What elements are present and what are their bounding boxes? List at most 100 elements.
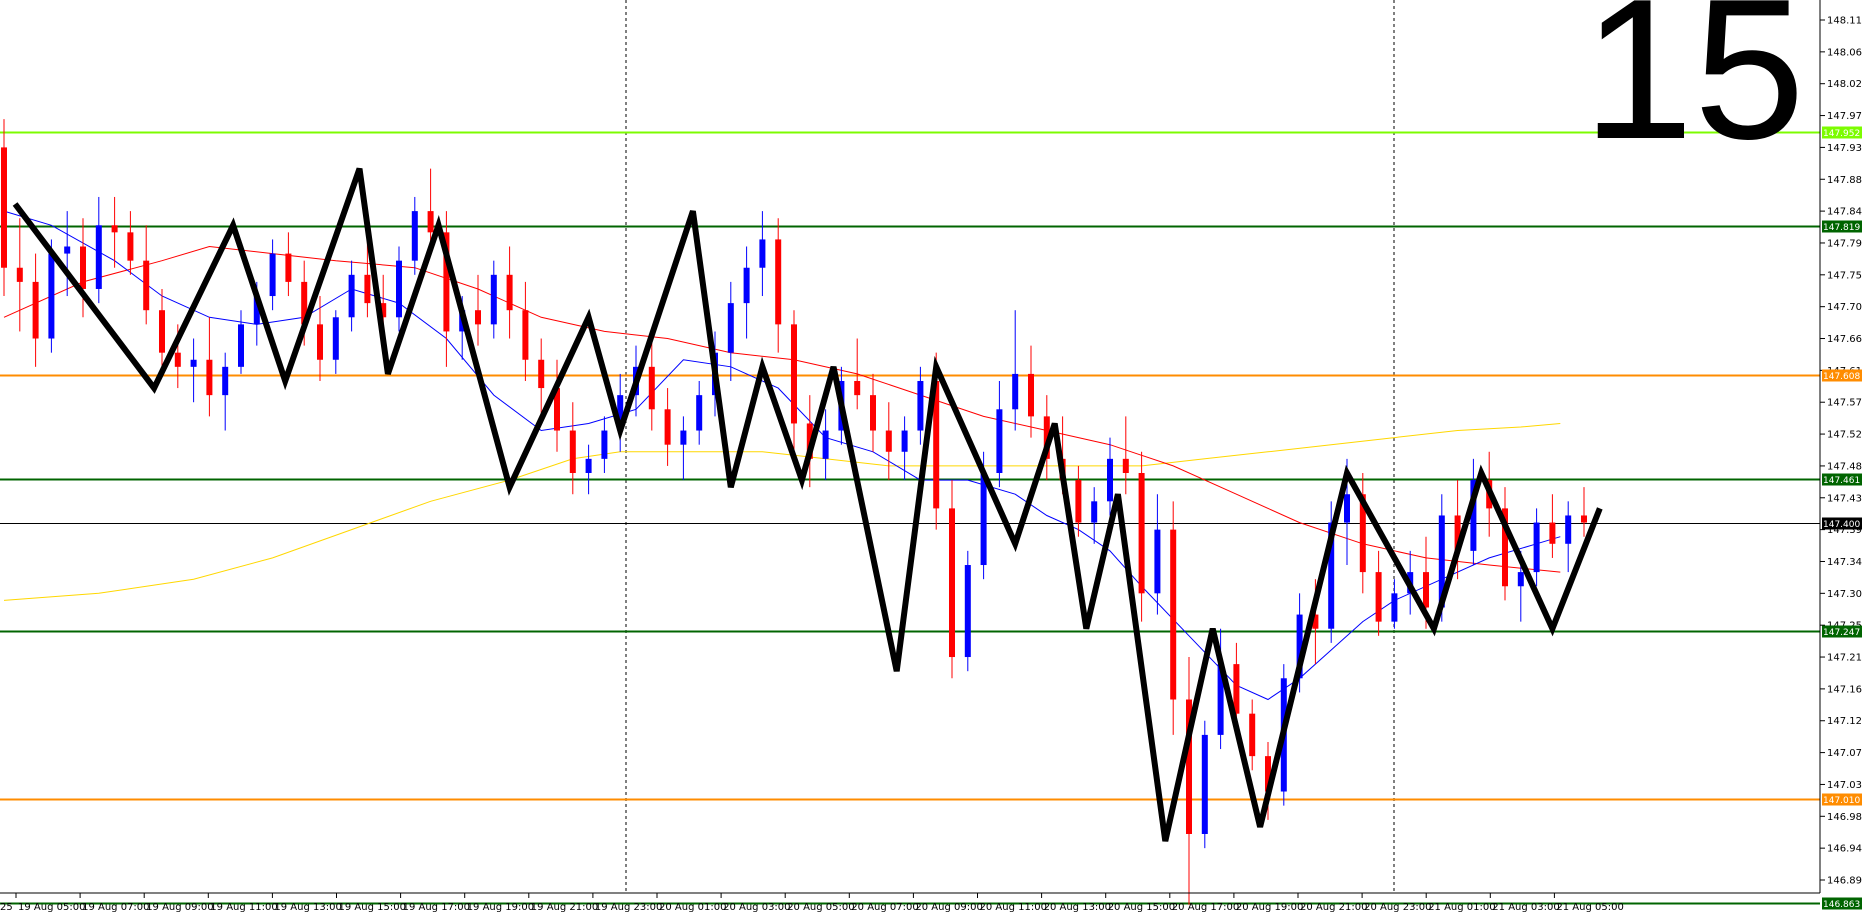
candle-body-26 [411,211,418,261]
time-tick-label-partial: 25 [0,902,13,913]
candle-body-18 [285,253,292,282]
price-tick-label-0: 148.110 [1827,16,1862,27]
candle-body-11 [174,352,181,367]
candle-body-79 [1249,713,1256,757]
time-tick-label-10: 20 Aug 01:00 [659,902,726,913]
candle-body-65 [1028,373,1034,417]
candle-body-61 [964,565,971,658]
time-tick-label-20: 20 Aug 21:00 [1300,902,1367,913]
candle-body-10 [159,310,165,353]
price-tick-label-4: 147.930 [1827,143,1862,154]
candle-body-49 [775,239,782,325]
candle-body-37 [585,458,592,474]
candle-body-71 [1122,458,1129,474]
candle-body-32 [506,274,513,311]
candle-body-13 [206,359,213,396]
candle-body-99 [1565,515,1572,544]
time-tick-label-15: 20 Aug 11:00 [980,902,1047,913]
price-tick-label-18: 147.300 [1827,589,1862,600]
candle-body-1 [16,267,23,282]
candle-body-17 [269,253,276,297]
candle-body-4 [64,246,71,254]
candle-body-63 [996,409,1003,474]
time-tick-label-22: 21 Aug 01:00 [1428,902,1495,913]
candle-body-41 [648,366,655,410]
candle-body-55 [870,395,876,431]
time-tick-label-14: 20 Aug 09:00 [915,902,982,913]
time-tick-label-3: 19 Aug 11:00 [210,902,277,913]
price-tick-label-23: 147.075 [1827,748,1862,759]
candle-body-21 [332,317,339,360]
time-tick-label-16: 20 Aug 13:00 [1044,902,1111,913]
price-tick-label-17: 147.345 [1827,557,1862,568]
candle-body-0 [1,147,7,268]
time-tick-label-11: 20 Aug 03:00 [723,902,790,913]
price-tick-label-10: 147.660 [1827,334,1862,345]
candle-body-42 [664,409,671,445]
time-tick-label-5: 19 Aug 15:00 [339,902,406,913]
candle-body-22 [348,274,355,318]
price-tick-label-5: 147.885 [1827,175,1862,186]
candle-body-85 [1344,494,1350,523]
candle-body-74 [1170,529,1177,700]
time-tick-label-12: 20 Aug 05:00 [787,902,854,913]
candle-body-47 [743,267,750,304]
candle-body-73 [1154,529,1161,594]
candle-body-6 [95,225,102,289]
candle-body-56 [885,430,892,452]
candle-body-9 [143,260,150,311]
price-tick-label-26: 146.940 [1827,844,1862,855]
candle-body-46 [727,303,734,353]
candle-body-33 [522,310,529,360]
price-tick-label-8: 147.750 [1827,270,1862,281]
price-tick-label-3: 147.975 [1827,111,1862,122]
price-tick-label-24: 147.030 [1827,780,1862,791]
candle-body-90 [1423,572,1429,608]
candle-body-70 [1107,458,1113,502]
candle-body-98 [1549,522,1556,544]
price-tick-label-1: 148.065 [1827,47,1862,58]
price-tick-label-21: 147.165 [1827,684,1862,695]
candle-body-25 [396,260,402,318]
candle-body-14 [222,366,229,396]
candle-body-100 [1581,515,1587,523]
level-label-0: 147.952 [1823,129,1860,139]
price-tick-label-7: 147.795 [1827,238,1862,249]
time-tick-label-1: 19 Aug 07:00 [82,902,149,913]
candle-body-30 [475,310,481,325]
time-tick-label-17: 20 Aug 15:00 [1108,902,1175,913]
timeframe-number: 15 [1583,0,1805,181]
candle-body-27 [427,211,434,233]
price-tick-label-12: 147.570 [1827,398,1862,409]
level-label-6: 147.010 [1823,796,1860,806]
time-tick-label-0: 19 Aug 05:00 [18,902,85,913]
time-tick-label-18: 20 Aug 17:00 [1172,902,1239,913]
candle-body-12 [190,359,197,367]
level-label-7: 146.863 [1823,900,1860,910]
time-tick-label-21: 20 Aug 23:00 [1364,902,1431,913]
candle-body-20 [317,324,323,360]
candle-body-62 [980,473,987,566]
candle-body-23 [364,274,371,304]
candle-body-58 [917,380,924,431]
time-tick-label-7: 19 Aug 19:00 [467,902,534,913]
candle-body-76 [1201,734,1208,834]
time-tick-label-9: 19 Aug 23:00 [595,902,662,913]
time-tick-label-8: 19 Aug 21:00 [531,902,598,913]
price-tick-label-27: 146.895 [1827,876,1862,887]
time-tick-label-4: 19 Aug 13:00 [274,902,341,913]
time-tick-label-24: 21 Aug 05:00 [1556,902,1623,913]
candle-body-34 [538,359,545,389]
level-label-3: 147.461 [1823,476,1860,486]
time-tick-label-13: 20 Aug 07:00 [851,902,918,913]
candle-body-2 [32,281,39,339]
candle-body-43 [680,430,687,445]
level-label-2: 147.608 [1823,372,1860,382]
time-tick-label-19: 20 Aug 19:00 [1236,902,1303,913]
price-chart[interactable]: 148.110 148.065 148.020 147.975 147.930 147.8… [0,0,1862,918]
candle-body-7 [111,225,118,233]
candle-body-54 [854,380,861,396]
candle-body-96 [1517,572,1524,587]
candle-body-48 [759,239,766,268]
candle-body-38 [601,430,608,459]
